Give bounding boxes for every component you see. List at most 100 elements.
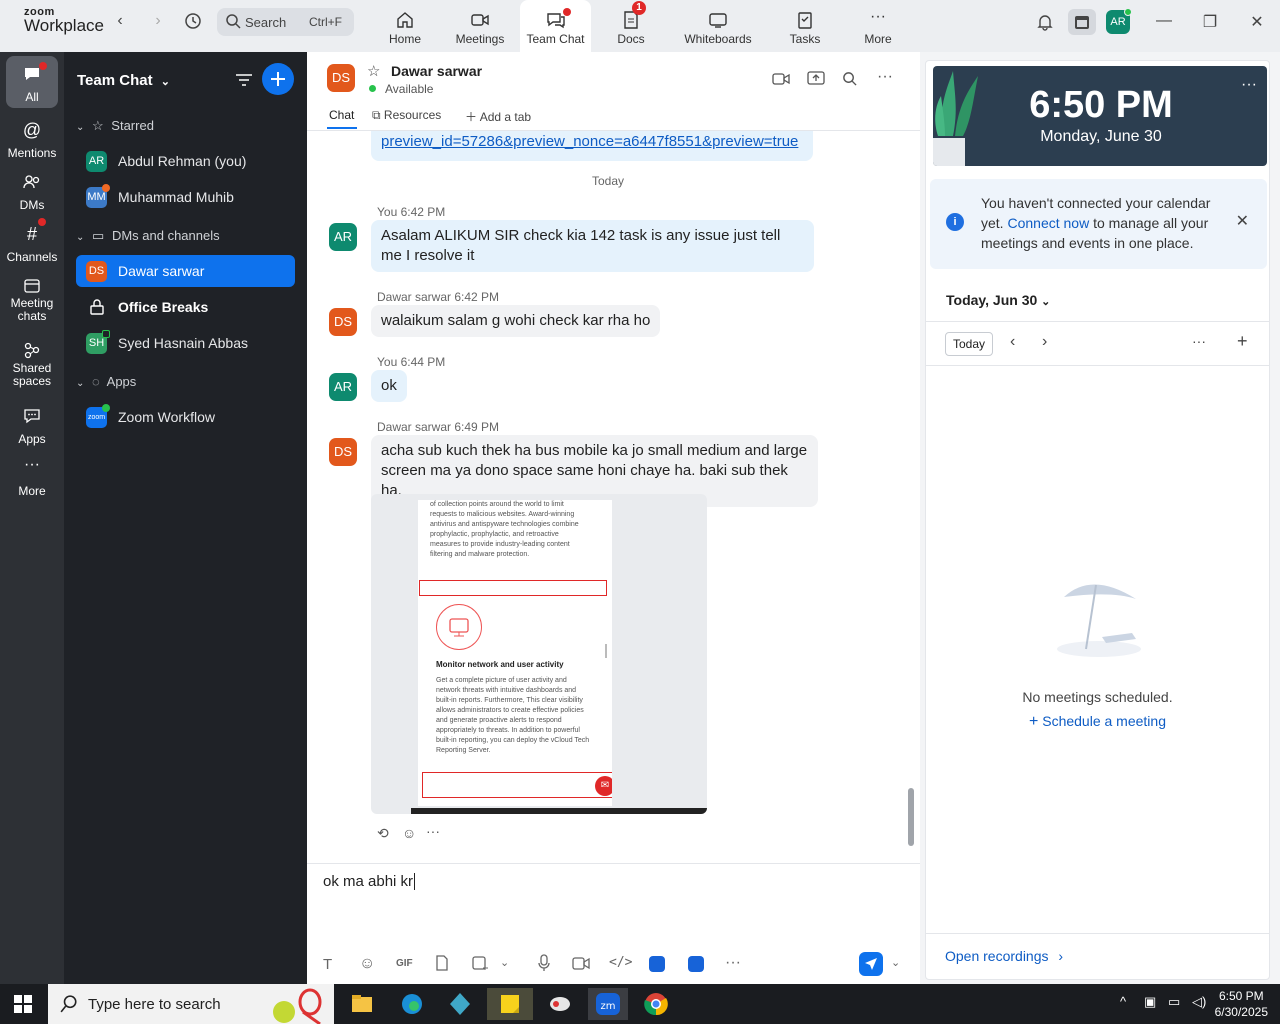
tab-more[interactable]: ··· More xyxy=(858,0,898,52)
rail-shared-spaces[interactable]: Shared spaces xyxy=(0,332,64,392)
new-chat-button[interactable] xyxy=(262,63,294,95)
message-more-icon[interactable]: ··· xyxy=(426,823,440,839)
sticky-notes-icon[interactable] xyxy=(487,988,533,1020)
gif-icon[interactable]: GIF xyxy=(396,958,413,969)
avatar[interactable]: DS xyxy=(329,438,357,466)
code-snippet-icon[interactable]: </> xyxy=(609,955,632,970)
tray-device-icon[interactable]: ▣ xyxy=(1144,994,1156,1010)
format-text-icon[interactable]: T xyxy=(323,956,332,973)
maximize-icon[interactable]: ❐ xyxy=(1198,12,1222,32)
sidebar-item-zoom-workflow[interactable]: zoom Zoom Workflow xyxy=(76,401,295,433)
preview-link[interactable]: preview_id=57286&preview_nonce=a6447f855… xyxy=(381,132,798,152)
rail-channels[interactable]: # Channels xyxy=(0,216,64,268)
contact-name[interactable]: Dawar sarwar xyxy=(391,63,482,79)
sidebar-item-muhammad-muhib[interactable]: MM Muhammad Muhib xyxy=(76,181,295,213)
share-screen-icon[interactable] xyxy=(807,70,825,86)
section-apps[interactable]: ⌄ ◌ Apps xyxy=(76,374,136,389)
rail-more[interactable]: ··· More xyxy=(0,450,64,502)
file-icon[interactable] xyxy=(435,955,449,971)
prev-day-icon[interactable]: ‹ xyxy=(1010,333,1015,351)
banner-more-icon[interactable]: ··· xyxy=(1241,76,1257,94)
rail-meeting-chats[interactable]: Meeting chats xyxy=(0,268,64,328)
section-starred[interactable]: ⌄ ☆ Starred xyxy=(76,118,154,134)
tab-meetings[interactable]: Meetings xyxy=(449,0,511,52)
app-integration-icon[interactable] xyxy=(649,956,665,972)
screenshot-icon[interactable] xyxy=(472,955,488,971)
file-explorer-icon[interactable] xyxy=(342,988,382,1020)
tab-team-chat[interactable]: Team Chat xyxy=(520,0,591,52)
search-icon[interactable] xyxy=(842,71,857,86)
emoji-icon[interactable]: ☺ xyxy=(359,955,375,973)
meeting-integration-icon[interactable] xyxy=(688,956,704,972)
sidebar-item-dawar-sarwar[interactable]: DS Dawar sarwar xyxy=(76,255,295,287)
contact-avatar[interactable]: DS xyxy=(327,64,355,92)
rail-all[interactable]: All xyxy=(6,56,58,108)
add-reaction-icon[interactable]: ☺ xyxy=(402,825,416,841)
rail-dms[interactable]: DMs xyxy=(0,164,64,216)
zoom-taskbar-icon[interactable]: zm xyxy=(588,988,628,1020)
system-clock[interactable]: 6:50 PM 6/30/2025 xyxy=(1215,988,1268,1020)
add-event-icon[interactable]: + xyxy=(1237,331,1248,352)
sidebar-item-abdul-rehman[interactable]: AR Abdul Rehman (you) xyxy=(76,145,295,177)
rail-mentions[interactable]: @ Mentions xyxy=(0,112,64,164)
edge-browser-icon[interactable] xyxy=(392,988,432,1020)
day-selector[interactable]: Today, Jun 30 ⌄ xyxy=(946,292,1050,308)
more-options-icon[interactable]: ··· xyxy=(877,68,893,86)
sidebar-item-syed-hasnain-abbas[interactable]: SH Syed Hasnain Abbas xyxy=(76,327,295,359)
section-dms-and-channels[interactable]: ⌄ ▭ DMs and channels xyxy=(76,228,220,244)
history-icon[interactable] xyxy=(184,12,202,30)
send-options-chevron-icon[interactable]: ⌄ xyxy=(891,956,900,969)
video-call-icon[interactable] xyxy=(772,72,790,86)
app-diamond-icon[interactable] xyxy=(440,988,480,1020)
message-meta: You 6:42 PM xyxy=(377,205,446,219)
add-tab-button[interactable]: ＋ Add a tab xyxy=(465,108,531,125)
calendar-panel-toggle[interactable] xyxy=(1068,9,1096,35)
image-attachment[interactable]: of collection points around the world to… xyxy=(371,494,707,814)
close-icon[interactable]: ✕ xyxy=(1236,211,1249,231)
message-meta: You 6:44 PM xyxy=(377,355,446,369)
sidebar-item-office-breaks[interactable]: Office Breaks xyxy=(76,291,295,323)
tray-chevron-up-icon[interactable]: ^ xyxy=(1120,994,1126,1009)
today-button[interactable]: Today xyxy=(945,332,993,356)
chevron-down-icon[interactable]: ⌄ xyxy=(500,956,509,969)
composer-more-icon[interactable]: ··· xyxy=(725,954,741,972)
close-icon[interactable]: ✕ xyxy=(1245,12,1269,32)
avatar[interactable]: AR xyxy=(329,223,357,251)
video-message-icon[interactable] xyxy=(572,957,590,970)
message-list[interactable]: preview_id=57286&preview_nonce=a6447f855… xyxy=(307,131,911,864)
volume-icon[interactable]: ◁) xyxy=(1192,994,1206,1010)
schedule-meeting-link[interactable]: + Schedule a meeting xyxy=(926,713,1269,731)
tab-tasks[interactable]: Tasks xyxy=(782,0,828,52)
message-scrollbar[interactable] xyxy=(908,788,914,846)
network-icon[interactable]: ▭ xyxy=(1168,994,1180,1010)
star-icon[interactable]: ☆ xyxy=(367,62,380,80)
bell-icon[interactable] xyxy=(1036,13,1054,31)
message-composer[interactable]: ok ma abhi kr xyxy=(323,873,903,953)
reply-thread-icon[interactable]: ⟲ xyxy=(377,825,389,842)
filter-icon[interactable] xyxy=(235,72,253,88)
next-day-icon[interactable]: › xyxy=(1042,333,1047,351)
connect-now-link[interactable]: Connect now xyxy=(1007,215,1089,231)
taskbar-search[interactable]: Type here to search xyxy=(48,984,334,1024)
back-arrow-icon[interactable]: ‹ xyxy=(110,12,130,30)
send-button[interactable] xyxy=(859,952,883,976)
tab-docs[interactable]: 1 Docs xyxy=(606,0,656,52)
search-input[interactable]: Search Ctrl+F xyxy=(217,8,354,36)
chrome-browser-icon[interactable] xyxy=(636,988,676,1020)
windows-start-icon[interactable] xyxy=(14,995,32,1013)
forward-arrow-icon[interactable]: › xyxy=(148,12,168,30)
tab-chat[interactable]: Chat xyxy=(329,108,354,122)
snipping-tool-icon[interactable] xyxy=(540,988,580,1020)
tab-whiteboards[interactable]: Whiteboards xyxy=(680,0,756,52)
tab-resources[interactable]: ⧉ Resources xyxy=(372,108,441,123)
microphone-icon[interactable] xyxy=(538,954,550,972)
rail-apps[interactable]: Apps xyxy=(0,398,64,450)
avatar[interactable]: AR xyxy=(329,373,357,401)
panel-divider xyxy=(926,321,1269,322)
sidebar-title[interactable]: Team Chat ⌄ xyxy=(77,72,170,89)
minimize-icon[interactable]: — xyxy=(1152,12,1176,32)
calendar-more-icon[interactable]: ··· xyxy=(1192,333,1206,349)
tab-home[interactable]: Home xyxy=(378,0,432,52)
avatar[interactable]: DS xyxy=(329,308,357,336)
open-recordings-link[interactable]: Open recordings › xyxy=(945,948,1063,964)
